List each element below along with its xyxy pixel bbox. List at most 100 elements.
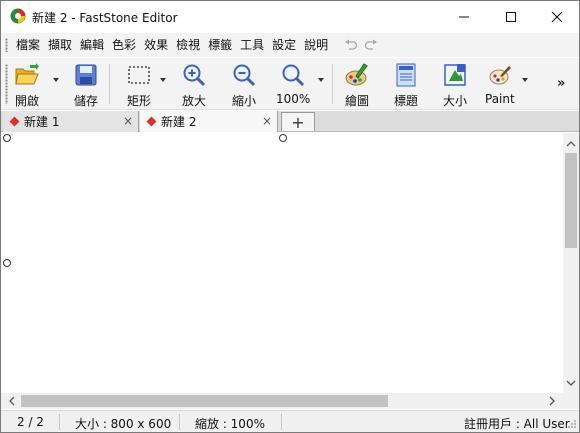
resize-handle-middle-left[interactable]	[3, 259, 11, 267]
toolbar-overflow-button[interactable]: »	[557, 76, 565, 91]
status-separator	[59, 414, 60, 430]
status-registered-user: 註冊用戶 : All User	[464, 417, 570, 431]
menu-bar: 檔案 擷取 編輯 色彩 效果 檢視 標籤 工具 設定 說明	[1, 33, 579, 57]
resize-icon	[441, 62, 469, 88]
maximize-icon	[506, 11, 516, 22]
chevron-right-icon	[549, 396, 555, 406]
menu-edit[interactable]: 編輯	[77, 33, 107, 57]
resize-button[interactable]: 大小	[441, 62, 469, 109]
status-bar: 2 / 2 大小 : 800 x 600 縮放 : 100% 註冊用戶 : Al…	[1, 410, 579, 432]
save-button[interactable]: 儲存	[72, 62, 100, 109]
resize-handle-top-left[interactable]	[3, 134, 11, 142]
zoom-dropdown-icon[interactable]	[317, 76, 325, 84]
tab-close-button[interactable]: ×	[262, 115, 272, 127]
scrollbar-corner	[563, 393, 579, 409]
save-label: 儲存	[73, 94, 98, 108]
scroll-down-button[interactable]	[563, 376, 579, 390]
rectangle-select-icon	[125, 62, 153, 88]
save-disk-icon	[72, 62, 100, 88]
resize-handle-top-center[interactable]	[279, 134, 287, 142]
tab-label: 新建 2	[161, 115, 197, 129]
menu-settings[interactable]: 設定	[269, 33, 299, 57]
zoom-out-label: 縮小	[231, 94, 256, 108]
tab-marker-icon	[146, 116, 157, 127]
toolbar-separator	[332, 64, 333, 104]
rectangle-button[interactable]: 矩形	[125, 62, 153, 109]
redo-icon	[365, 39, 378, 50]
paint-button[interactable]: Paint	[485, 62, 515, 106]
chevron-left-icon	[9, 396, 15, 406]
caption-label: 標題	[393, 94, 418, 108]
zoom-out-button[interactable]: 縮小	[230, 62, 258, 109]
app-window: 新建 2 - FastStone Editor 檔案 擷取 編輯 色彩 效果 檢…	[0, 0, 580, 433]
menu-view[interactable]: 檢視	[173, 33, 203, 57]
draw-label: 繪圖	[344, 94, 369, 108]
tab-document-1[interactable]: 新建 1 ×	[3, 111, 139, 132]
horizontal-scrollbar[interactable]	[1, 393, 563, 409]
window-title: 新建 2 - FastStone Editor	[32, 11, 178, 25]
horizontal-scroll-thumb[interactable]	[21, 395, 388, 407]
vertical-scroll-thumb[interactable]	[565, 153, 577, 248]
open-dropdown-icon[interactable]	[52, 76, 60, 84]
tab-document-2[interactable]: 新建 2 ×	[140, 111, 278, 132]
undo-button[interactable]	[343, 37, 359, 53]
paint-dropdown-icon[interactable]	[521, 76, 529, 84]
toolbar: 開啟 儲存 矩形 放大 縮小 100% 繪圖 標題 大小 Paint »	[1, 58, 579, 110]
maximize-button[interactable]	[488, 1, 534, 32]
menu-colors[interactable]: 色彩	[109, 33, 139, 57]
menu-file[interactable]: 檔案	[13, 33, 43, 57]
draw-button[interactable]: 繪圖	[343, 62, 371, 109]
tab-label: 新建 1	[24, 115, 60, 129]
status-separator	[179, 414, 180, 430]
minimize-button[interactable]	[441, 1, 487, 32]
menu-effects[interactable]: 效果	[141, 33, 171, 57]
open-button[interactable]: 開啟	[13, 62, 41, 109]
open-folder-icon	[13, 62, 41, 88]
draw-palette-icon	[343, 62, 371, 88]
menu-help[interactable]: 說明	[301, 33, 331, 57]
title-bar: 新建 2 - FastStone Editor	[1, 1, 579, 32]
scroll-right-button[interactable]	[545, 393, 559, 409]
zoom-in-button[interactable]: 放大	[180, 62, 208, 109]
chevron-down-icon	[566, 380, 576, 386]
caption-button[interactable]: 標題	[392, 62, 420, 109]
rectangle-label: 矩形	[126, 94, 151, 108]
paint-label: Paint	[485, 92, 515, 106]
paint-brush-icon	[486, 62, 514, 88]
tab-bar: 新建 1 × 新建 2 × +	[1, 111, 579, 132]
scroll-left-button[interactable]	[5, 393, 19, 409]
status-image-size: 大小 : 800 x 600	[75, 417, 172, 431]
status-page: 2 / 2	[17, 415, 44, 429]
toolbar-separator	[109, 64, 110, 104]
zoom-actual-icon	[279, 62, 307, 88]
zoom-in-label: 放大	[181, 94, 206, 108]
resize-label: 大小	[442, 94, 467, 108]
undo-icon	[345, 39, 358, 50]
menu-grip[interactable]	[5, 38, 8, 52]
status-separator	[281, 414, 282, 430]
rectangle-dropdown-icon[interactable]	[159, 76, 167, 84]
faststone-logo-icon	[10, 8, 26, 24]
scroll-up-button[interactable]	[563, 137, 579, 151]
close-button[interactable]	[534, 1, 580, 32]
toolbar-grip[interactable]	[5, 64, 8, 104]
zoom-100-label: 100%	[276, 92, 311, 106]
tab-marker-icon	[9, 116, 20, 127]
menu-capture[interactable]: 擷取	[45, 33, 75, 57]
image-canvas[interactable]	[1, 133, 563, 393]
menu-tabs[interactable]: 標籤	[205, 33, 235, 57]
chevron-up-icon	[566, 141, 576, 147]
size-grip-icon[interactable]	[567, 419, 577, 429]
caption-icon	[392, 62, 420, 88]
close-icon	[551, 11, 563, 22]
vertical-scrollbar[interactable]	[563, 133, 579, 393]
status-zoom: 縮放 : 100%	[195, 417, 265, 431]
zoom-100-button[interactable]: 100%	[276, 62, 310, 106]
tab-close-button[interactable]: ×	[123, 115, 133, 127]
open-label: 開啟	[14, 94, 39, 108]
redo-button[interactable]	[363, 37, 379, 53]
new-tab-button[interactable]: +	[281, 112, 315, 132]
menu-tools[interactable]: 工具	[237, 33, 267, 57]
zoom-out-icon	[230, 62, 258, 88]
minimize-icon	[459, 16, 469, 17]
